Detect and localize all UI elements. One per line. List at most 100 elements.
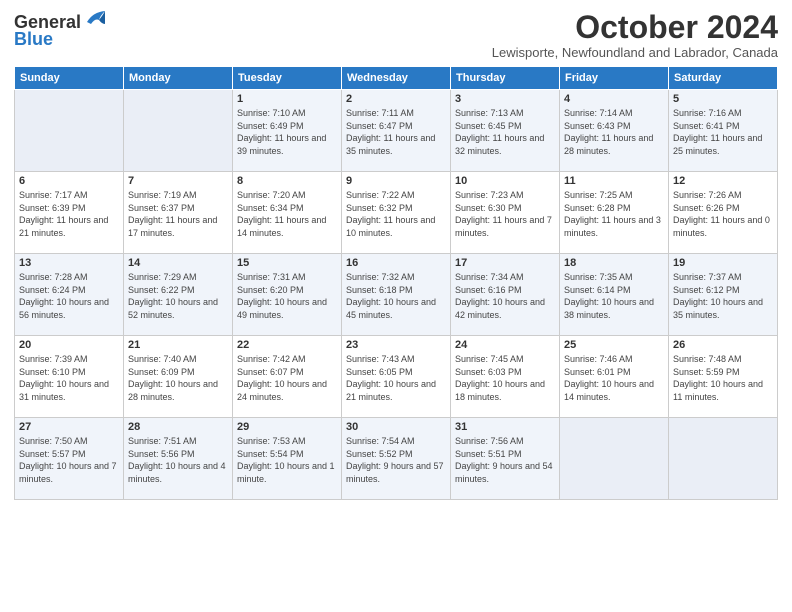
day-info: Sunrise: 7:51 AM Sunset: 5:56 PM Dayligh… <box>128 435 228 485</box>
day-info: Sunrise: 7:54 AM Sunset: 5:52 PM Dayligh… <box>346 435 446 485</box>
day-info: Sunrise: 7:50 AM Sunset: 5:57 PM Dayligh… <box>19 435 119 485</box>
day-number: 25 <box>564 339 664 351</box>
calendar-cell: 25 Sunrise: 7:46 AM Sunset: 6:01 PM Dayli… <box>560 336 669 418</box>
day-number: 20 <box>19 339 119 351</box>
day-info: Sunrise: 7:39 AM Sunset: 6:10 PM Dayligh… <box>19 353 119 403</box>
weekday-header-saturday: Saturday <box>669 67 778 90</box>
day-info: Sunrise: 7:53 AM Sunset: 5:54 PM Dayligh… <box>237 435 337 485</box>
day-number: 4 <box>564 93 664 105</box>
day-number: 28 <box>128 421 228 433</box>
day-info: Sunrise: 7:31 AM Sunset: 6:20 PM Dayligh… <box>237 271 337 321</box>
day-info: Sunrise: 7:28 AM Sunset: 6:24 PM Dayligh… <box>19 271 119 321</box>
header: General Blue October 2024 Lewisporte, Ne… <box>14 10 778 60</box>
calendar-cell: 23 Sunrise: 7:43 AM Sunset: 6:05 PM Dayli… <box>342 336 451 418</box>
day-info: Sunrise: 7:43 AM Sunset: 6:05 PM Dayligh… <box>346 353 446 403</box>
weekday-header-sunday: Sunday <box>15 67 124 90</box>
calendar-cell: 3Sunrise: 7:13 AM Sunset: 6:45 PM Daylig… <box>451 90 560 172</box>
day-number: 6 <box>19 175 119 187</box>
day-number: 12 <box>673 175 773 187</box>
day-info: Sunrise: 7:11 AM Sunset: 6:47 PM Dayligh… <box>346 107 446 157</box>
day-info: Sunrise: 7:14 AM Sunset: 6:43 PM Dayligh… <box>564 107 664 157</box>
calendar-cell: 1 Sunrise: 7:10 AM Sunset: 6:49 PM Daylig… <box>233 90 342 172</box>
calendar-cell: 14 Sunrise: 7:29 AM Sunset: 6:22 PM Dayli… <box>124 254 233 336</box>
calendar-cell: 28 Sunrise: 7:51 AM Sunset: 5:56 PM Dayli… <box>124 418 233 500</box>
day-number: 18 <box>564 257 664 269</box>
day-info: Sunrise: 7:29 AM Sunset: 6:22 PM Dayligh… <box>128 271 228 321</box>
day-info: Sunrise: 7:16 AM Sunset: 6:41 PM Dayligh… <box>673 107 773 157</box>
day-number: 9 <box>346 175 446 187</box>
day-info: Sunrise: 7:37 AM Sunset: 6:12 PM Dayligh… <box>673 271 773 321</box>
calendar-cell: 29 Sunrise: 7:53 AM Sunset: 5:54 PM Dayli… <box>233 418 342 500</box>
weekday-header-friday: Friday <box>560 67 669 90</box>
calendar-cell: 16Sunrise: 7:32 AM Sunset: 6:18 PM Dayli… <box>342 254 451 336</box>
day-number: 21 <box>128 339 228 351</box>
calendar-cell: 21 Sunrise: 7:40 AM Sunset: 6:09 PM Dayli… <box>124 336 233 418</box>
logo-subtext: Blue <box>14 29 53 50</box>
day-info: Sunrise: 7:22 AM Sunset: 6:32 PM Dayligh… <box>346 189 446 239</box>
day-info: Sunrise: 7:25 AM Sunset: 6:28 PM Dayligh… <box>564 189 664 239</box>
calendar-cell: 31Sunrise: 7:56 AM Sunset: 5:51 PM Dayli… <box>451 418 560 500</box>
day-info: Sunrise: 7:42 AM Sunset: 6:07 PM Dayligh… <box>237 353 337 403</box>
calendar-cell: 30Sunrise: 7:54 AM Sunset: 5:52 PM Dayli… <box>342 418 451 500</box>
day-number: 19 <box>673 257 773 269</box>
day-number: 29 <box>237 421 337 433</box>
weekday-header-wednesday: Wednesday <box>342 67 451 90</box>
calendar-cell: 17 Sunrise: 7:34 AM Sunset: 6:16 PM Dayli… <box>451 254 560 336</box>
calendar-cell: 12 Sunrise: 7:26 AM Sunset: 6:26 PM Dayli… <box>669 172 778 254</box>
calendar-cell: 26 Sunrise: 7:48 AM Sunset: 5:59 PM Dayli… <box>669 336 778 418</box>
calendar-cell: 2 Sunrise: 7:11 AM Sunset: 6:47 PM Daylig… <box>342 90 451 172</box>
day-number: 5 <box>673 93 773 105</box>
calendar-cell: 4 Sunrise: 7:14 AM Sunset: 6:43 PM Daylig… <box>560 90 669 172</box>
calendar-cell: 11Sunrise: 7:25 AM Sunset: 6:28 PM Dayli… <box>560 172 669 254</box>
week-row-2: 6 Sunrise: 7:17 AM Sunset: 6:39 PM Daylig… <box>15 172 778 254</box>
day-info: Sunrise: 7:20 AM Sunset: 6:34 PM Dayligh… <box>237 189 337 239</box>
day-info: Sunrise: 7:34 AM Sunset: 6:16 PM Dayligh… <box>455 271 555 321</box>
day-info: Sunrise: 7:19 AM Sunset: 6:37 PM Dayligh… <box>128 189 228 239</box>
day-info: Sunrise: 7:10 AM Sunset: 6:49 PM Dayligh… <box>237 107 337 157</box>
day-info: Sunrise: 7:17 AM Sunset: 6:39 PM Dayligh… <box>19 189 119 239</box>
logo: General Blue <box>14 10 107 50</box>
calendar-cell: 13Sunrise: 7:28 AM Sunset: 6:24 PM Dayli… <box>15 254 124 336</box>
day-number: 1 <box>237 93 337 105</box>
day-info: Sunrise: 7:40 AM Sunset: 6:09 PM Dayligh… <box>128 353 228 403</box>
day-number: 26 <box>673 339 773 351</box>
week-row-5: 27Sunrise: 7:50 AM Sunset: 5:57 PM Dayli… <box>15 418 778 500</box>
calendar-cell: 27Sunrise: 7:50 AM Sunset: 5:57 PM Dayli… <box>15 418 124 500</box>
calendar-cell: 20 Sunrise: 7:39 AM Sunset: 6:10 PM Dayli… <box>15 336 124 418</box>
weekday-header-monday: Monday <box>124 67 233 90</box>
week-row-1: 1 Sunrise: 7:10 AM Sunset: 6:49 PM Daylig… <box>15 90 778 172</box>
calendar-cell: 19 Sunrise: 7:37 AM Sunset: 6:12 PM Dayli… <box>669 254 778 336</box>
calendar-cell: 18 Sunrise: 7:35 AM Sunset: 6:14 PM Dayli… <box>560 254 669 336</box>
calendar-cell <box>124 90 233 172</box>
calendar-cell: 15 Sunrise: 7:31 AM Sunset: 6:20 PM Dayli… <box>233 254 342 336</box>
calendar-cell: 5 Sunrise: 7:16 AM Sunset: 6:41 PM Daylig… <box>669 90 778 172</box>
day-info: Sunrise: 7:35 AM Sunset: 6:14 PM Dayligh… <box>564 271 664 321</box>
calendar-table: SundayMondayTuesdayWednesdayThursdayFrid… <box>14 66 778 500</box>
day-number: 14 <box>128 257 228 269</box>
title-block: October 2024 Lewisporte, Newfoundland an… <box>492 10 778 60</box>
day-number: 7 <box>128 175 228 187</box>
week-row-3: 13Sunrise: 7:28 AM Sunset: 6:24 PM Dayli… <box>15 254 778 336</box>
day-info: Sunrise: 7:45 AM Sunset: 6:03 PM Dayligh… <box>455 353 555 403</box>
location: Lewisporte, Newfoundland and Labrador, C… <box>492 45 778 60</box>
day-number: 31 <box>455 421 555 433</box>
calendar-cell <box>669 418 778 500</box>
day-info: Sunrise: 7:46 AM Sunset: 6:01 PM Dayligh… <box>564 353 664 403</box>
weekday-header-row: SundayMondayTuesdayWednesdayThursdayFrid… <box>15 67 778 90</box>
calendar-cell <box>560 418 669 500</box>
day-number: 3 <box>455 93 555 105</box>
day-number: 17 <box>455 257 555 269</box>
logo-text: General <box>14 13 81 31</box>
month-title: October 2024 <box>492 10 778 45</box>
day-number: 24 <box>455 339 555 351</box>
day-number: 23 <box>346 339 446 351</box>
calendar-cell: 24 Sunrise: 7:45 AM Sunset: 6:03 PM Dayli… <box>451 336 560 418</box>
day-info: Sunrise: 7:23 AM Sunset: 6:30 PM Dayligh… <box>455 189 555 239</box>
day-info: Sunrise: 7:48 AM Sunset: 5:59 PM Dayligh… <box>673 353 773 403</box>
calendar-cell <box>15 90 124 172</box>
day-number: 15 <box>237 257 337 269</box>
day-info: Sunrise: 7:26 AM Sunset: 6:26 PM Dayligh… <box>673 189 773 239</box>
day-number: 2 <box>346 93 446 105</box>
weekday-header-thursday: Thursday <box>451 67 560 90</box>
day-info: Sunrise: 7:32 AM Sunset: 6:18 PM Dayligh… <box>346 271 446 321</box>
